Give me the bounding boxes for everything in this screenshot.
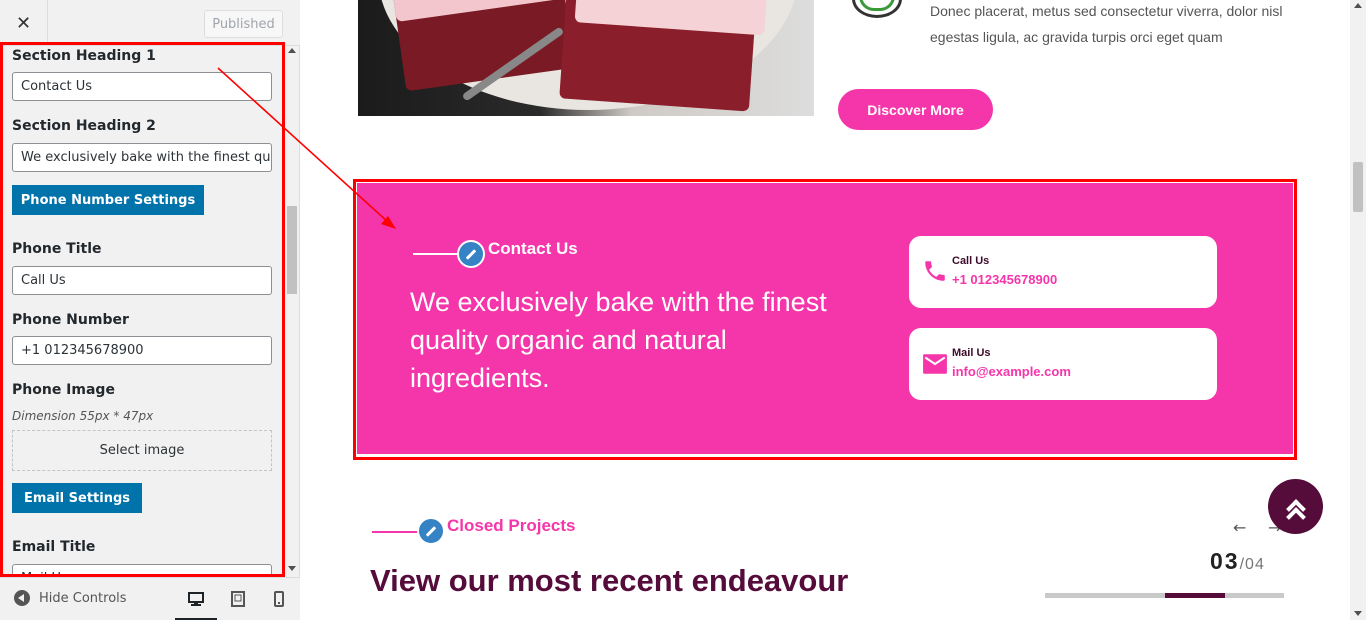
preview-scrollbar[interactable] xyxy=(1350,0,1366,620)
preview-scroll-up-icon[interactable] xyxy=(1354,3,1362,8)
slide-counter: 03/04 xyxy=(1210,548,1265,575)
scroll-to-top-button[interactable] xyxy=(1268,479,1323,534)
site-preview: Donec placerat, metus sed consectetur vi… xyxy=(300,0,1366,620)
edit-pencil-icon-projects[interactable] xyxy=(417,517,445,545)
phone-image-description: Dimension 55px * 47px xyxy=(12,409,154,423)
phone-title-label: Phone Title xyxy=(12,241,102,257)
contact-heading: We exclusively bake with the finest qual… xyxy=(410,287,827,393)
projects-label-line xyxy=(372,531,418,533)
projects-heading: View our most recent endeavour xyxy=(370,563,849,598)
slide-progress-fill xyxy=(1165,593,1225,598)
mail-us-card: Mail Us info@example.com xyxy=(909,328,1217,400)
section-heading-2-label: Section Heading 2 xyxy=(12,118,156,134)
preview-scroll-down-icon[interactable] xyxy=(1354,611,1362,616)
desktop-icon[interactable] xyxy=(188,591,204,607)
phone-icon xyxy=(925,261,945,281)
hide-controls-label: Hide Controls xyxy=(39,590,127,606)
cake-slice-right xyxy=(559,0,757,112)
sidebar-scroll-thumb[interactable] xyxy=(287,206,297,294)
slide-total: /04 xyxy=(1239,556,1265,573)
customizer-screen: ✕ Published Section Heading 1 Contact Us… xyxy=(0,0,1366,620)
call-us-number[interactable]: +1 012345678900 xyxy=(952,272,1057,287)
edit-pencil-icon[interactable] xyxy=(457,240,485,268)
section-heading-1-label: Section Heading 1 xyxy=(12,48,156,64)
sidebar-header: ✕ Published xyxy=(0,0,300,46)
select-image-button[interactable]: Select image xyxy=(12,430,272,471)
preview-scroll-thumb[interactable] xyxy=(1353,162,1363,212)
phone-number-label: Phone Number xyxy=(12,312,129,328)
contact-label-line xyxy=(413,253,459,255)
cake-image xyxy=(358,0,814,116)
sidebar-scrollbar[interactable] xyxy=(285,46,299,577)
scroll-down-icon[interactable] xyxy=(288,566,296,571)
email-settings-button[interactable]: Email Settings xyxy=(12,483,142,513)
closed-projects-label: Closed Projects xyxy=(447,516,576,535)
discover-more-button[interactable]: Discover More xyxy=(838,89,993,130)
mobile-icon[interactable] xyxy=(271,591,287,607)
email-title-input[interactable]: Mail Us xyxy=(12,564,272,577)
phone-number-input[interactable]: +1 012345678900 xyxy=(12,336,272,365)
email-title-label: Email Title xyxy=(12,539,96,555)
contact-label: Contact Us xyxy=(488,239,578,258)
phone-number-settings-button[interactable]: Phone Number Settings xyxy=(12,185,204,215)
call-us-title: Call Us xyxy=(952,255,990,267)
collapse-arrow-icon xyxy=(14,590,30,606)
tablet-icon[interactable] xyxy=(230,591,246,607)
customizer-sidebar: ✕ Published Section Heading 1 Contact Us… xyxy=(0,0,300,620)
close-button[interactable]: ✕ xyxy=(0,0,48,46)
phone-image-label: Phone Image xyxy=(12,382,115,398)
section-heading-1-input[interactable]: Contact Us xyxy=(12,72,272,101)
sidebar-footer: Hide Controls xyxy=(0,577,300,620)
scroll-up-icon[interactable] xyxy=(288,48,296,53)
sidebar-controls: Section Heading 1 Contact Us Section Hea… xyxy=(0,46,285,577)
section-heading-2-input[interactable]: We exclusively bake with the finest qual… xyxy=(12,143,272,172)
call-us-card: Call Us +1 012345678900 xyxy=(909,236,1217,308)
badge-icon xyxy=(852,0,902,18)
slide-progress-bar xyxy=(1045,593,1284,598)
phone-title-input[interactable]: Call Us xyxy=(12,266,272,295)
published-button[interactable]: Published xyxy=(204,10,283,38)
mail-icon xyxy=(923,354,947,374)
about-body-text: Donec placerat, metus sed consectetur vi… xyxy=(930,3,1283,45)
mail-us-title: Mail Us xyxy=(952,347,991,359)
mail-us-email[interactable]: info@example.com xyxy=(952,364,1071,379)
prev-arrow-icon[interactable]: ← xyxy=(1233,518,1246,537)
slide-current: 03 xyxy=(1210,548,1240,574)
hide-controls-button[interactable]: Hide Controls xyxy=(14,590,127,606)
